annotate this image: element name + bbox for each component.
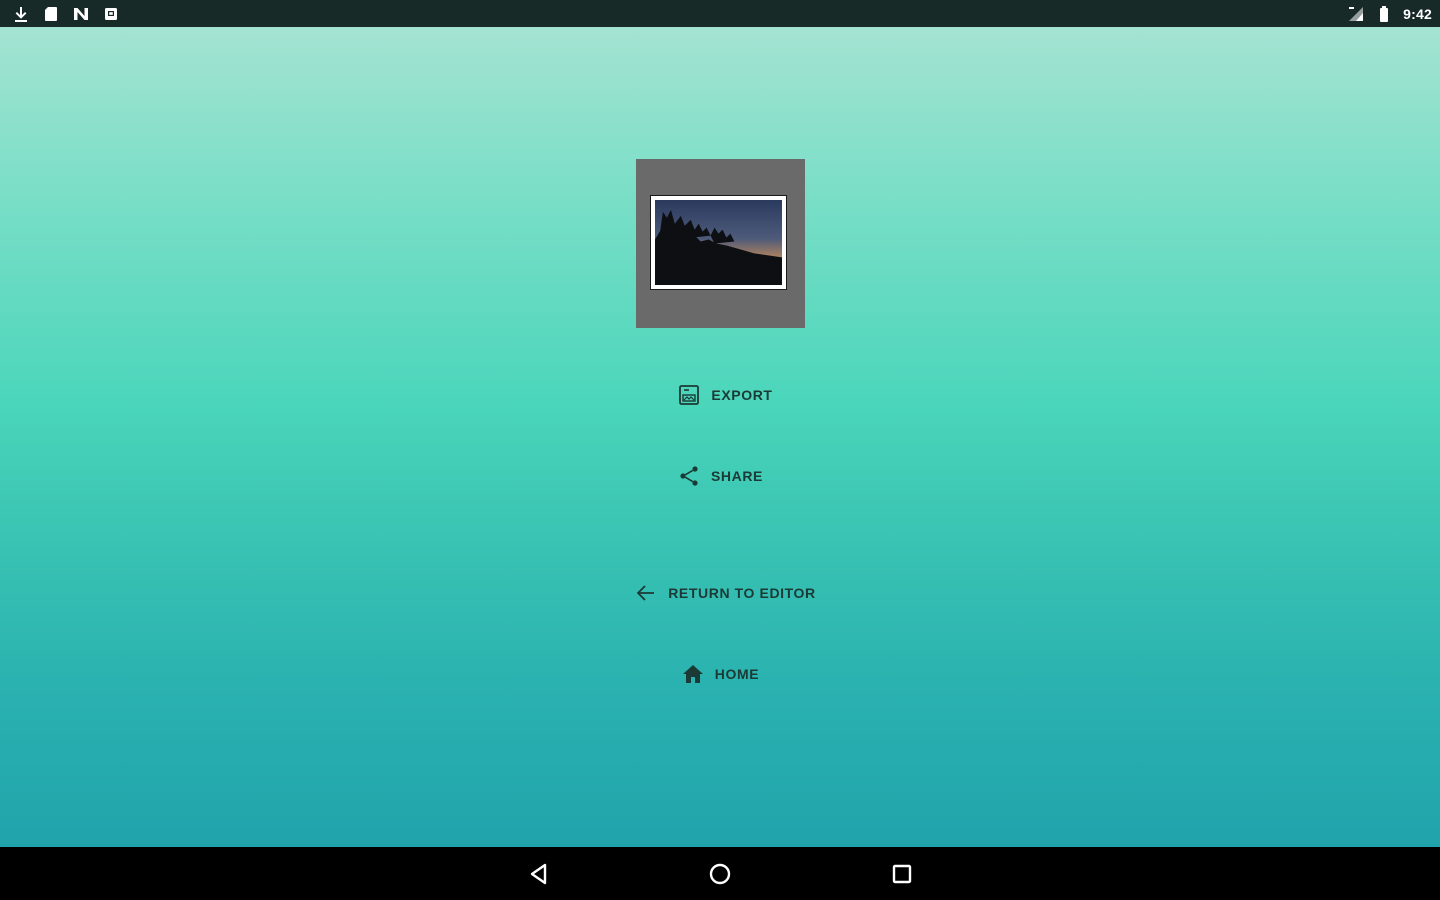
notification-box-icon [105, 8, 117, 20]
preview-image [650, 195, 787, 290]
sunset-silhouette-photo [655, 200, 782, 285]
image-export-icon [679, 385, 700, 405]
nav-recents-button[interactable] [889, 861, 915, 887]
battery-icon [1380, 6, 1389, 22]
status-clock: 9:42 [1403, 6, 1432, 22]
download-icon [15, 7, 27, 22]
arrow-back-icon [636, 585, 655, 601]
status-notifications [12, 4, 120, 24]
image-preview-frame [636, 159, 805, 328]
share-button[interactable]: SHARE [660, 460, 780, 492]
nav-back-button[interactable] [526, 861, 552, 887]
app-screen: 9:42 EXPORT SHARE RETURN TO EDITOR HOME [0, 0, 1440, 900]
return-to-editor-label: RETURN TO EDITOR [668, 585, 816, 601]
export-label: EXPORT [711, 387, 773, 403]
share-label: SHARE [710, 468, 763, 484]
main-content: EXPORT SHARE RETURN TO EDITOR HOME [0, 27, 1440, 847]
nav-home-button[interactable] [707, 861, 733, 887]
back-triangle-icon [530, 863, 547, 885]
status-bar: 9:42 [0, 0, 1440, 27]
signal-icon [1349, 7, 1364, 21]
system-nav-bar [0, 847, 1440, 900]
home-circle-icon [709, 863, 731, 885]
n-logo-icon [74, 8, 88, 20]
home-label: HOME [714, 666, 760, 682]
return-to-editor-button[interactable]: RETURN TO EDITOR [620, 577, 830, 609]
recents-square-icon [892, 864, 912, 884]
sd-card-icon [45, 7, 57, 21]
home-icon [682, 665, 703, 683]
share-icon [680, 466, 698, 486]
status-system: 9:42 [1347, 3, 1432, 25]
home-button[interactable]: HOME [660, 658, 780, 690]
export-button[interactable]: EXPORT [660, 379, 790, 411]
